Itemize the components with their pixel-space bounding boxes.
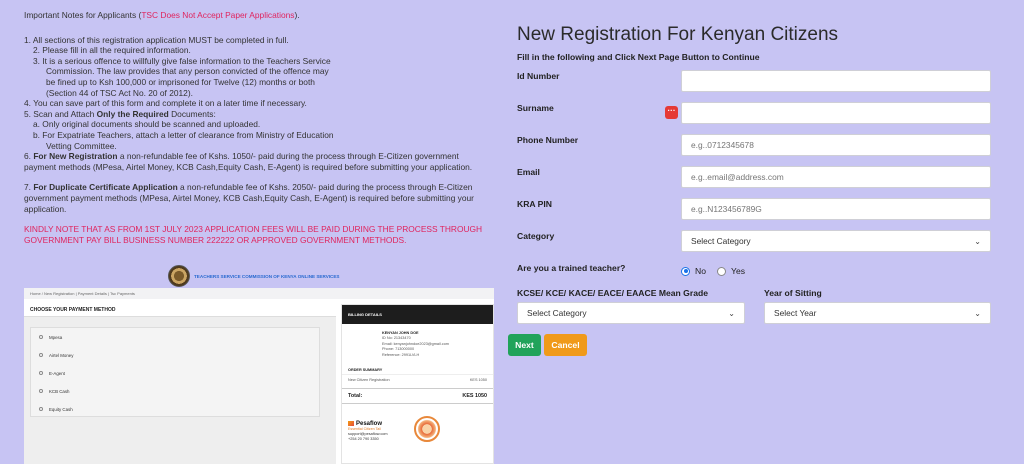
more-options-icon[interactable]: ···: [665, 106, 678, 119]
mean-grade-select[interactable]: Select Category ⌄: [517, 302, 745, 324]
order-total: Total: KES 1050: [342, 388, 493, 405]
form-instructions: Fill in the following and Click Next Pag…: [517, 52, 760, 62]
trained-yes-radio[interactable]: [717, 266, 726, 276]
order-row: New Citizen Registration KES 1050: [348, 378, 487, 383]
note-6: 6. For New Registration a non-refundable…: [24, 151, 459, 162]
payment-option: Equity Cash: [31, 400, 319, 418]
note-3: 3. It is a serious offence to willfully …: [33, 55, 331, 66]
billing-user: KENYAN JOHN DOE ID No: 21343470 Email: k…: [382, 331, 449, 357]
radio-icon: [39, 335, 43, 339]
phone-input[interactable]: [681, 134, 991, 156]
pesaflow-info: Pesaflow Essential Citizen Tail support@…: [348, 421, 388, 442]
billing-panel: BILLING DETAILS KENYAN JOHN DOE ID No: 2…: [341, 304, 494, 464]
phone-label: Phone Number: [517, 135, 579, 145]
chevron-down-icon: ⌄: [728, 308, 735, 318]
paper-warning: TSC Does Not Accept Paper Applications: [141, 10, 295, 20]
note-5: 5. Scan and Attach Only the Required Doc…: [24, 108, 216, 119]
category-select[interactable]: Select Category ⌄: [681, 230, 991, 252]
note-4: 4. You can save part of this form and co…: [24, 98, 307, 109]
cancel-button[interactable]: Cancel: [544, 334, 587, 356]
payment-option: E-Agent: [31, 364, 319, 382]
billing-title: BILLING DETAILS: [342, 305, 493, 324]
year-of-sitting-select[interactable]: Select Year ⌄: [764, 302, 991, 324]
payment-option: Mpesa: [31, 328, 319, 346]
note-5a: a. Only original documents should be sca…: [33, 119, 261, 130]
trained-no-radio[interactable]: [681, 266, 690, 276]
radio-icon: [39, 353, 43, 357]
pesaflow-logo-icon: [348, 421, 354, 426]
trained-teacher-label: Are you a trained teacher?: [517, 263, 626, 273]
email-label: Email: [517, 167, 540, 177]
trained-teacher-radios: No Yes: [681, 266, 745, 276]
note-7: 7. For Duplicate Certificate Application…: [24, 182, 473, 193]
tsc-header: TEACHERS SERVICE COMMISSION OF KENYA ONL…: [168, 264, 340, 288]
payment-option: KCB Cash: [31, 382, 319, 400]
trained-yes-label: Yes: [731, 266, 746, 276]
id-number-label: Id Number: [517, 71, 560, 81]
tsc-seal-icon: [168, 265, 190, 287]
registration-form: New Registration For Kenyan Citizens Fil…: [508, 0, 1024, 464]
radio-icon: [39, 389, 43, 393]
surname-label: Surname: [517, 103, 554, 113]
email-input[interactable]: [681, 166, 991, 188]
page-title: New Registration For Kenyan Citizens: [517, 24, 839, 45]
next-button[interactable]: Next: [508, 334, 541, 356]
chevron-down-icon: ⌄: [974, 308, 981, 318]
surname-input[interactable]: [681, 102, 991, 124]
payment-screenshot: TEACHERS SERVICE COMMISSION OF KENYA ONL…: [24, 264, 494, 464]
breadcrumb: Home / New Registration | Payment Detail…: [24, 288, 494, 299]
applicant-notes: Important Notes for Applicants (TSC Does…: [24, 10, 494, 245]
mean-grade-label: KCSE/ KCE/ KACE/ EACE/ EAACE Mean Grade: [517, 288, 709, 298]
kra-pin-input[interactable]: [681, 198, 991, 220]
trained-no-label: No: [695, 266, 706, 276]
payment-page: Home / New Registration | Payment Detail…: [24, 288, 494, 464]
payment-method-panel: CHOOSE YOUR PAYMENT METHOD Mpesa Airtel …: [24, 301, 336, 464]
kra-pin-label: KRA PIN: [517, 199, 553, 209]
payment-options: Mpesa Airtel Money E-Agent KCB Cash Equi…: [30, 327, 320, 417]
radio-icon: [39, 407, 43, 411]
note-1: 1. All sections of this registration app…: [24, 34, 289, 45]
tsc-header-title: TEACHERS SERVICE COMMISSION OF KENYA ONL…: [194, 273, 340, 279]
payment-method-title: CHOOSE YOUR PAYMENT METHOD: [24, 301, 336, 317]
id-number-input[interactable]: [681, 70, 991, 92]
year-of-sitting-label: Year of Sitting: [764, 288, 822, 298]
order-summary-title: ORDER SUMMARY: [342, 358, 493, 376]
fees-notice: KINDLY NOTE THAT AS FROM 1ST JULY 2023 A…: [24, 224, 483, 235]
note-2: 2. Please fill in all the required infor…: [33, 45, 191, 56]
category-label: Category: [517, 231, 555, 241]
payment-option: Airtel Money: [31, 346, 319, 364]
chevron-down-icon: ⌄: [974, 236, 981, 246]
radio-icon: [39, 371, 43, 375]
note-5b: b. For Expatriate Teachers, attach a let…: [33, 129, 334, 140]
stamp-icon: [414, 416, 440, 442]
notes-title: Important Notes for Applicants (TSC Does…: [24, 10, 300, 20]
